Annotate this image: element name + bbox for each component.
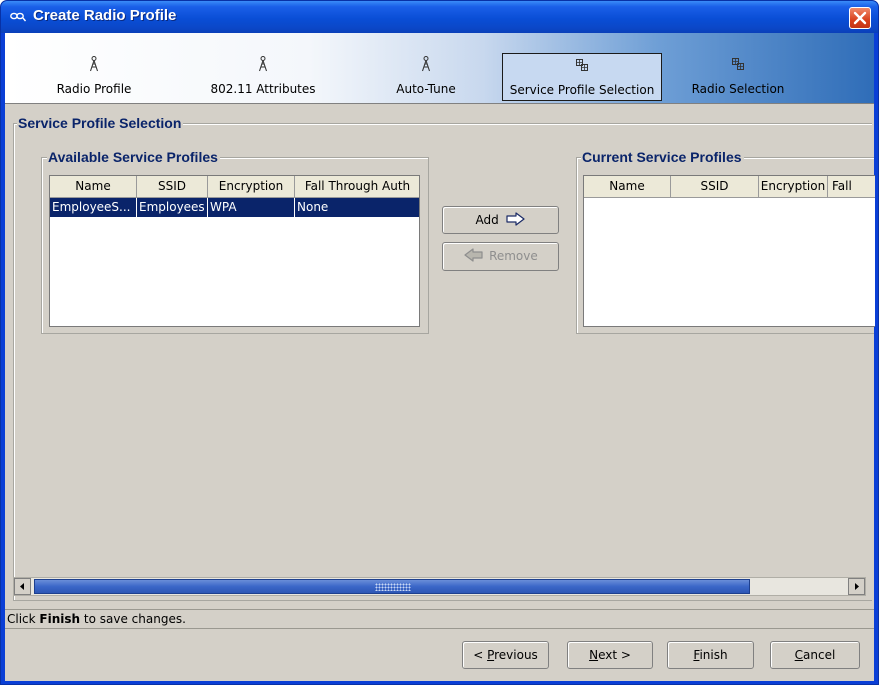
antenna-icon — [258, 56, 268, 72]
column-header-name[interactable]: Name — [50, 176, 137, 198]
cell-fall-through-auth: None — [297, 200, 329, 214]
antenna-icon — [89, 56, 99, 72]
status-suffix: to save changes. — [83, 612, 186, 626]
app-logo-icon — [10, 12, 26, 22]
step-80211-attributes[interactable]: 802.11 Attributes — [203, 53, 323, 101]
step-label: Auto-Tune — [396, 82, 456, 96]
previous-suffix: revious — [494, 648, 538, 662]
column-header-name[interactable]: Name — [584, 176, 671, 198]
add-button[interactable]: Add — [442, 206, 559, 234]
step-label: Radio Profile — [56, 82, 132, 96]
scroll-right-button[interactable] — [848, 578, 865, 595]
step-radio-selection[interactable]: Radio Selection — [683, 53, 793, 101]
previous-prefix: < — [473, 648, 488, 662]
column-header-fall[interactable]: Fall — [828, 176, 875, 198]
antenna-icon — [421, 56, 431, 72]
cancel-mnemonic: C — [794, 648, 804, 662]
status-prefix: Click — [7, 612, 36, 626]
window-title: Create Radio Profile — [33, 7, 177, 24]
step-label: Radio Selection — [691, 82, 785, 96]
available-profiles-table[interactable]: Name SSID Encryption Fall Through Auth E… — [49, 175, 420, 327]
title-bar[interactable]: Create Radio Profile — [1, 1, 878, 33]
triangle-left-icon — [20, 583, 24, 590]
step-label: 802.11 Attributes — [210, 82, 316, 96]
cell-ssid: Employees — [137, 198, 208, 217]
cancel-suffix: ancel — [803, 648, 836, 662]
available-profiles-group: Available Service Profiles Name SSID Enc… — [41, 149, 429, 334]
cancel-button[interactable]: Cancel — [770, 641, 860, 669]
scroll-thumb[interactable] — [34, 579, 750, 594]
triangle-right-icon — [855, 583, 859, 590]
dialog-client: Radio Profile 802.11 Attributes Auto-Tun… — [5, 33, 875, 681]
status-bar: Click Finish to save changes. — [5, 609, 874, 629]
wizard-navigation: Radio Profile 802.11 Attributes Auto-Tun… — [5, 33, 874, 104]
cell-name: EmployeeS... — [50, 198, 137, 217]
previous-button[interactable]: < Previous — [462, 641, 549, 669]
finish-suffix: inish — [699, 648, 728, 662]
finish-button[interactable]: Finish — [667, 641, 754, 669]
scroll-left-button[interactable] — [14, 578, 31, 595]
next-mnemonic: N — [589, 648, 599, 662]
step-auto-tune[interactable]: Auto-Tune — [383, 53, 469, 101]
remove-label: Remove — [489, 249, 538, 263]
column-header-encryption[interactable]: Encryption — [208, 176, 295, 198]
step-radio-profile[interactable]: Radio Profile — [51, 53, 137, 101]
available-profiles-title: Available Service Profiles — [47, 149, 220, 165]
create-radio-profile-window: Create Radio Profile Radio Profile 802.1… — [0, 0, 879, 685]
grip-icon — [375, 583, 411, 591]
add-label: Add — [475, 213, 499, 227]
close-button[interactable] — [849, 7, 871, 29]
current-profiles-group: Current Service Profiles Name SSID Encry… — [576, 149, 875, 334]
button-bar: < Previous Next > Finish Cancel — [5, 631, 874, 681]
next-button[interactable]: Next > — [567, 641, 653, 669]
table-row[interactable]: EmployeeS... Employees WPA None — [50, 198, 419, 217]
column-header-encryption[interactable]: Encryption — [759, 176, 828, 198]
grid-icon — [576, 59, 588, 71]
section-title: Service Profile Selection — [17, 115, 184, 131]
status-bold: Finish — [39, 612, 81, 626]
current-profiles-title: Current Service Profiles — [581, 149, 744, 165]
remove-button[interactable]: Remove — [442, 242, 559, 271]
column-header-ssid[interactable]: SSID — [137, 176, 208, 198]
cell-encryption: WPA — [208, 198, 295, 217]
column-header-fall-through-auth[interactable]: Fall Through Auth — [295, 176, 419, 198]
column-header-ssid[interactable]: SSID — [671, 176, 759, 198]
step-label: Service Profile Selection — [509, 83, 655, 97]
current-profiles-table[interactable]: Name SSID Encryption Fall — [583, 175, 875, 327]
step-service-profile-selection[interactable]: Service Profile Selection — [502, 53, 662, 101]
close-icon — [853, 11, 867, 25]
horizontal-scrollbar[interactable] — [13, 577, 866, 596]
arrow-right-icon — [505, 212, 525, 226]
arrow-left-icon — [464, 248, 483, 262]
grid-icon — [732, 58, 744, 70]
next-suffix: ext > — [598, 648, 631, 662]
